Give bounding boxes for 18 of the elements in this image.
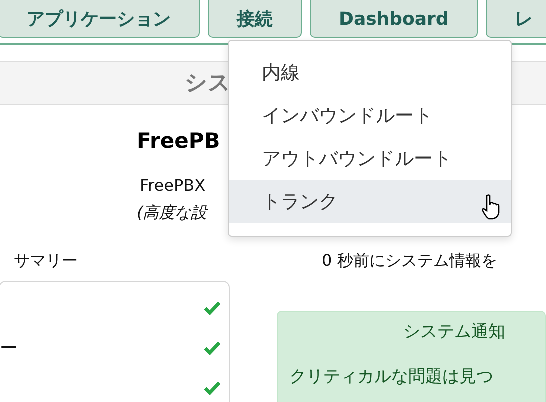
menu-item[interactable]: トランク <box>229 180 511 223</box>
section-title: シス <box>185 70 231 98</box>
refresh-text: 0 秒前にシステム情報を <box>322 250 498 272</box>
notice-message: クリティカルな問題は見つ <box>290 366 495 388</box>
menu-item[interactable]: 内線 <box>229 51 511 94</box>
nav-tab[interactable]: レ <box>486 0 546 38</box>
status-label: ー <box>0 337 18 360</box>
menu-item[interactable]: インバウンドルート <box>229 94 511 137</box>
nav-tab[interactable]: アプリケーション <box>0 0 200 38</box>
note-text: (高度な設 <box>137 202 208 224</box>
menu-item[interactable]: アウトバウンドルート <box>229 137 511 180</box>
notice-title: システム通知 <box>404 321 507 343</box>
version-text: FreePBX <box>140 175 206 197</box>
hand-cursor-icon <box>481 194 501 220</box>
product-title: FreePB <box>137 128 222 155</box>
nav-tab[interactable]: 接続 <box>208 0 302 38</box>
nav-tab[interactable]: Dashboard <box>310 0 478 38</box>
summary-label: サマリー <box>14 250 79 272</box>
